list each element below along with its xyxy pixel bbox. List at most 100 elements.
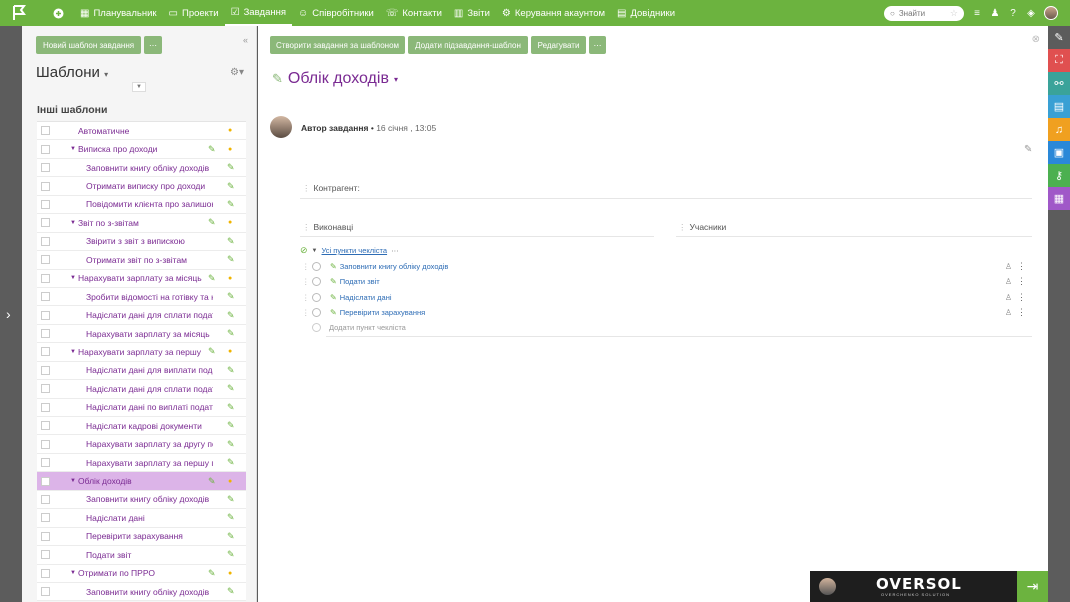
template-row[interactable]: Нарахувати зарплату за першу половину ✎ <box>37 454 246 473</box>
template-row[interactable]: Отримати виписку про доходи ✎ <box>37 177 246 196</box>
template-row[interactable]: Перевірити зарахування ✎ <box>37 528 246 547</box>
settings-gear-icon[interactable]: ⚙▾ <box>230 67 244 78</box>
sidebar-title[interactable]: Шаблони ▾ <box>36 64 108 81</box>
row-checkbox[interactable] <box>41 365 50 375</box>
drag-handle-icon[interactable]: ⋮ <box>302 222 311 232</box>
checklist-title[interactable]: Усі пункти чекліста <box>322 246 388 255</box>
template-row[interactable]: Нарахувати зарплату за місяць ✎ <box>37 325 246 344</box>
template-row-label[interactable]: Отримати звіт по з-звітам <box>86 255 213 265</box>
nav-item-7[interactable]: ▤ Довідники <box>611 0 681 26</box>
tree-icon[interactable]: ⛶ <box>1048 49 1070 72</box>
checklist-item[interactable]: ⋮ ✎ Подати звіт ♙ ⋮ <box>302 275 1032 289</box>
row-checkbox[interactable] <box>41 181 50 191</box>
template-row-label[interactable]: Звірити з звіт з випискою <box>86 236 213 246</box>
nav-item-0[interactable]: ▦ Планувальник <box>74 0 163 26</box>
title-caret-icon[interactable]: ▾ <box>394 75 398 84</box>
template-row-label[interactable]: Нарахувати зарплату за місяць <box>86 329 213 339</box>
drag-handle-icon[interactable]: ⋮ <box>302 277 312 286</box>
template-row[interactable]: Автоматичне ● <box>37 122 246 141</box>
template-row[interactable]: Повідомити клієнта про залишок ✎ <box>37 196 246 215</box>
template-row[interactable]: Надіслати дані ✎ <box>37 509 246 528</box>
expand-triangle-icon[interactable]: ▼ <box>70 570 76 576</box>
item-more-icon[interactable]: ⋮ <box>1017 307 1026 318</box>
template-row[interactable]: Надіслати дані для сплати податків ✎ <box>37 380 246 399</box>
row-checkbox[interactable] <box>41 550 50 560</box>
template-row[interactable]: ▼ Отримати по ПРРО ✎ ● <box>37 565 246 583</box>
row-checkbox[interactable] <box>41 273 50 283</box>
assign-user-icon[interactable]: ♙ <box>1005 308 1012 317</box>
template-row-label[interactable]: Нарахувати зарплату за першу половину <box>86 458 213 468</box>
create-task-from-template-button[interactable]: Створити завдання за шаблоном <box>270 36 405 54</box>
template-row-label[interactable]: Надіслати кадрові документи <box>86 421 213 431</box>
checklist-more-icon[interactable]: ⋯ <box>391 246 399 255</box>
checklist-item[interactable]: ⋮ ✎ Заповнити книгу обліку доходів ♙ ⋮ <box>302 259 1032 273</box>
template-row-label[interactable]: Отримати виписку про доходи <box>86 181 213 191</box>
add-checklist-item[interactable]: Додати пункт чекліста <box>312 323 406 332</box>
drag-handle-icon[interactable]: ⋮ <box>302 308 312 317</box>
main-more-button[interactable]: ⋯ <box>589 36 606 54</box>
expand-triangle-icon[interactable]: ▼ <box>70 478 76 484</box>
assign-user-icon[interactable]: ♙ <box>1005 293 1012 302</box>
row-checkbox[interactable] <box>41 384 50 394</box>
template-row[interactable]: ▼ Виписка про доходи ✎ ● <box>37 140 246 159</box>
row-checkbox[interactable] <box>41 292 50 302</box>
checklist-item[interactable]: ⋮ ✎ Перевірити зарахування ♙ ⋮ <box>302 306 1032 320</box>
item-more-icon[interactable]: ⋮ <box>1017 292 1026 303</box>
add-checklist-input[interactable]: Додати пункт чекліста <box>329 323 406 332</box>
compose-icon[interactable]: ✎ <box>1048 26 1070 49</box>
template-row-label[interactable]: Надіслати дані по виплаті податків <box>86 402 213 412</box>
template-row[interactable]: Заповнити книгу обліку доходів ✎ <box>37 159 246 178</box>
star-icon[interactable]: ☆ <box>950 8 958 19</box>
template-row[interactable]: ▼ Облік доходів ✎ ● <box>37 472 246 491</box>
check-circle-icon[interactable]: ⊘ <box>300 245 308 256</box>
template-row-label[interactable]: Надіслати дані для сплати податків <box>86 310 213 320</box>
template-row-label[interactable]: Надіслати дані <box>86 513 213 523</box>
expand-down-icon[interactable]: ▼ <box>132 82 146 92</box>
row-checkbox[interactable] <box>41 439 50 449</box>
search-input[interactable]: Знайти <box>899 9 925 18</box>
checklist-item-label[interactable]: Подати звіт <box>340 277 380 286</box>
new-template-button[interactable]: Новий шаблон завдання <box>36 36 141 54</box>
row-checkbox[interactable] <box>41 310 50 320</box>
bell-icon[interactable]: ♟ <box>990 8 1000 19</box>
template-row-label[interactable]: Виписка про доходи <box>78 144 206 154</box>
row-checkbox[interactable] <box>41 476 50 486</box>
template-row[interactable]: Надіслати дані для виплати податків ✎ <box>37 362 246 381</box>
template-row-label[interactable]: Зробити відомості на готівку та на <box>86 292 213 302</box>
template-row[interactable]: Надіслати кадрові документи ✎ <box>37 417 246 436</box>
user-avatar[interactable] <box>1044 6 1058 20</box>
row-checkbox[interactable] <box>41 458 50 468</box>
template-row-label[interactable]: Нарахувати зарплату за першу <box>78 347 206 357</box>
nav-item-5[interactable]: ▥ Звіти <box>448 0 496 26</box>
checklist-item[interactable]: ⋮ ✎ Надіслати дані ♙ ⋮ <box>302 290 1032 304</box>
row-checkbox[interactable] <box>41 587 50 597</box>
checklist-item-label[interactable]: Надіслати дані <box>340 293 392 302</box>
nav-item-4[interactable]: ☏ Контакти <box>380 0 448 26</box>
expand-chevron-icon[interactable]: › <box>6 306 11 322</box>
template-row-label[interactable]: Облік доходів <box>78 476 206 486</box>
template-row-label[interactable]: Заповнити книгу обліку доходів <box>86 587 213 597</box>
item-more-icon[interactable]: ⋮ <box>1017 261 1026 272</box>
template-row-label[interactable]: Заповнити книгу обліку доходів <box>86 163 213 173</box>
executors-field[interactable]: ⋮ Виконавці <box>302 222 353 233</box>
edit-description-icon[interactable]: ✎ <box>1024 144 1032 155</box>
expand-triangle-icon[interactable]: ▼ <box>70 220 76 226</box>
drag-handle-icon[interactable]: ⋮ <box>302 262 312 271</box>
search-field[interactable]: ○ Знайти ☆ <box>884 5 964 21</box>
close-icon[interactable]: ⊗ <box>1032 34 1040 45</box>
row-checkbox[interactable] <box>41 347 50 357</box>
template-row[interactable]: Заповнити книгу обліку доходів ✎ <box>37 491 246 510</box>
edit-button[interactable]: Редагувати <box>531 36 586 54</box>
row-checkbox[interactable] <box>41 144 50 154</box>
template-row[interactable]: Подати звіт ✎ <box>37 546 246 565</box>
row-checkbox[interactable] <box>41 494 50 504</box>
app-logo-icon[interactable] <box>0 0 38 26</box>
row-checkbox[interactable] <box>41 329 50 339</box>
template-row[interactable]: Звірити з звіт з випискою ✎ <box>37 233 246 252</box>
sidebar-more-button[interactable]: ⋯ <box>144 36 162 54</box>
help-icon[interactable]: ? <box>1008 8 1018 19</box>
template-row-label[interactable]: Надіслати дані для сплати податків <box>86 384 213 394</box>
template-row[interactable]: ▼ Звіт по з-звітам ✎ ● <box>37 214 246 233</box>
add-new-icon[interactable] <box>50 5 66 21</box>
promo-banner[interactable]: OVERSOL OVERCHENKO SOLUTION <box>810 571 1017 602</box>
